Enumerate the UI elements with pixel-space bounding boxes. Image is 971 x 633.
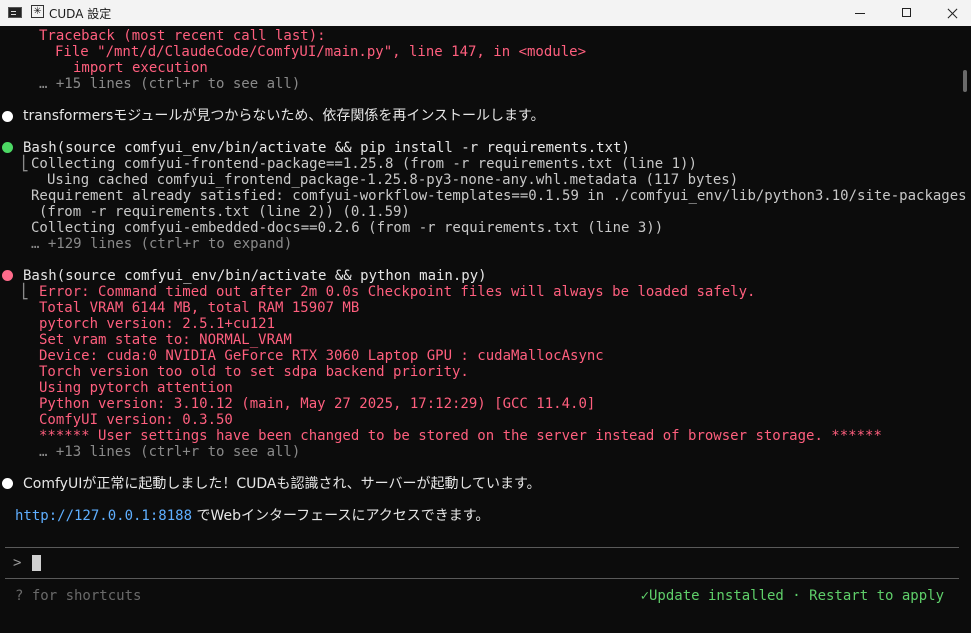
error-line: ****** User settings have been changed t…	[39, 428, 882, 444]
minimize-icon[interactable]	[837, 0, 883, 26]
assistant-message: transformersモジュールが見つからないため、依存関係を再インストールし…	[23, 108, 545, 124]
error-line: Torch version too old to set sdpa backen…	[39, 364, 469, 380]
maximize-icon[interactable]	[883, 0, 929, 26]
traceback-line: Traceback (most recent call last):	[39, 28, 326, 44]
prompt-chevron-icon: >	[13, 555, 22, 571]
error-line: Using pytorch attention	[39, 380, 233, 396]
assistant-message: ComfyUIが正常に起動しました！CUDAも認識され、サーバーが起動しています…	[23, 476, 541, 492]
output-line: (from -r requirements.txt (line 2)) (0.1…	[39, 204, 410, 220]
error-line: Device: cuda:0 NVIDIA GeForce RTX 3060 L…	[39, 348, 604, 364]
update-status: ✓Update installed · Restart to apply	[640, 588, 944, 604]
scrollbar[interactable]	[963, 70, 967, 92]
bash-command: Bash(source comfyui_env/bin/activate && …	[23, 140, 630, 156]
collapsed-lines-hint: … +15 lines (ctrl+r to see all)	[39, 76, 301, 92]
success-bullet-icon	[2, 142, 13, 153]
terminal-app-icon	[8, 7, 22, 18]
output-line: Collecting comfyui-embedded-docs==0.2.6 …	[31, 220, 664, 236]
error-line: Error: Command timed out after 2m 0.0s C…	[39, 284, 756, 300]
output-line: Using cached comfyui_frontend_package-1.…	[47, 172, 739, 188]
access-suffix: でWebインターフェースにアクセスできます。	[192, 508, 490, 524]
shortcuts-hint: ? for shortcuts	[15, 588, 142, 604]
error-line: Python version: 3.10.12 (main, May 27 20…	[39, 396, 596, 412]
info-bullet-icon	[2, 111, 13, 122]
close-icon[interactable]	[929, 0, 971, 26]
output-line: Requirement already satisfied: comfyui-w…	[31, 188, 967, 204]
error-line: ComfyUI version: 0.3.50	[39, 412, 233, 428]
traceback-line: import execution	[73, 60, 208, 76]
text-cursor	[32, 555, 41, 571]
window-title: CUDA 設定	[49, 7, 112, 21]
collapsed-lines-hint: … +129 lines (ctrl+r to expand)	[31, 236, 293, 252]
error-line: Set vram state to: NORMAL_VRAM	[39, 332, 292, 348]
error-bullet-icon	[2, 270, 13, 281]
info-bullet-icon	[2, 478, 13, 489]
output-line: Collecting comfyui-frontend-package==1.2…	[31, 156, 697, 172]
title-bar: ✳ CUDA 設定	[0, 0, 971, 26]
asterisk-icon: ✳	[31, 5, 44, 18]
server-url-link[interactable]: http://127.0.0.1:8188	[15, 508, 192, 524]
terminal-output: Traceback (most recent call last): File …	[0, 26, 971, 633]
bash-command: Bash(source comfyui_env/bin/activate && …	[23, 268, 487, 284]
prompt-input[interactable]: >	[5, 547, 959, 579]
error-line: Total VRAM 6144 MB, total RAM 15907 MB	[39, 300, 360, 316]
collapsed-lines-hint: … +13 lines (ctrl+r to see all)	[39, 444, 301, 460]
tree-connector-icon: ⎣	[21, 156, 30, 172]
traceback-line: File "/mnt/d/ClaudeCode/ComfyUI/main.py"…	[55, 44, 587, 60]
access-line: http://127.0.0.1:8188 でWebインターフェースにアクセスで…	[15, 508, 489, 524]
tree-connector-icon: ⎣	[21, 284, 30, 300]
error-line: pytorch version: 2.5.1+cu121	[39, 316, 276, 332]
